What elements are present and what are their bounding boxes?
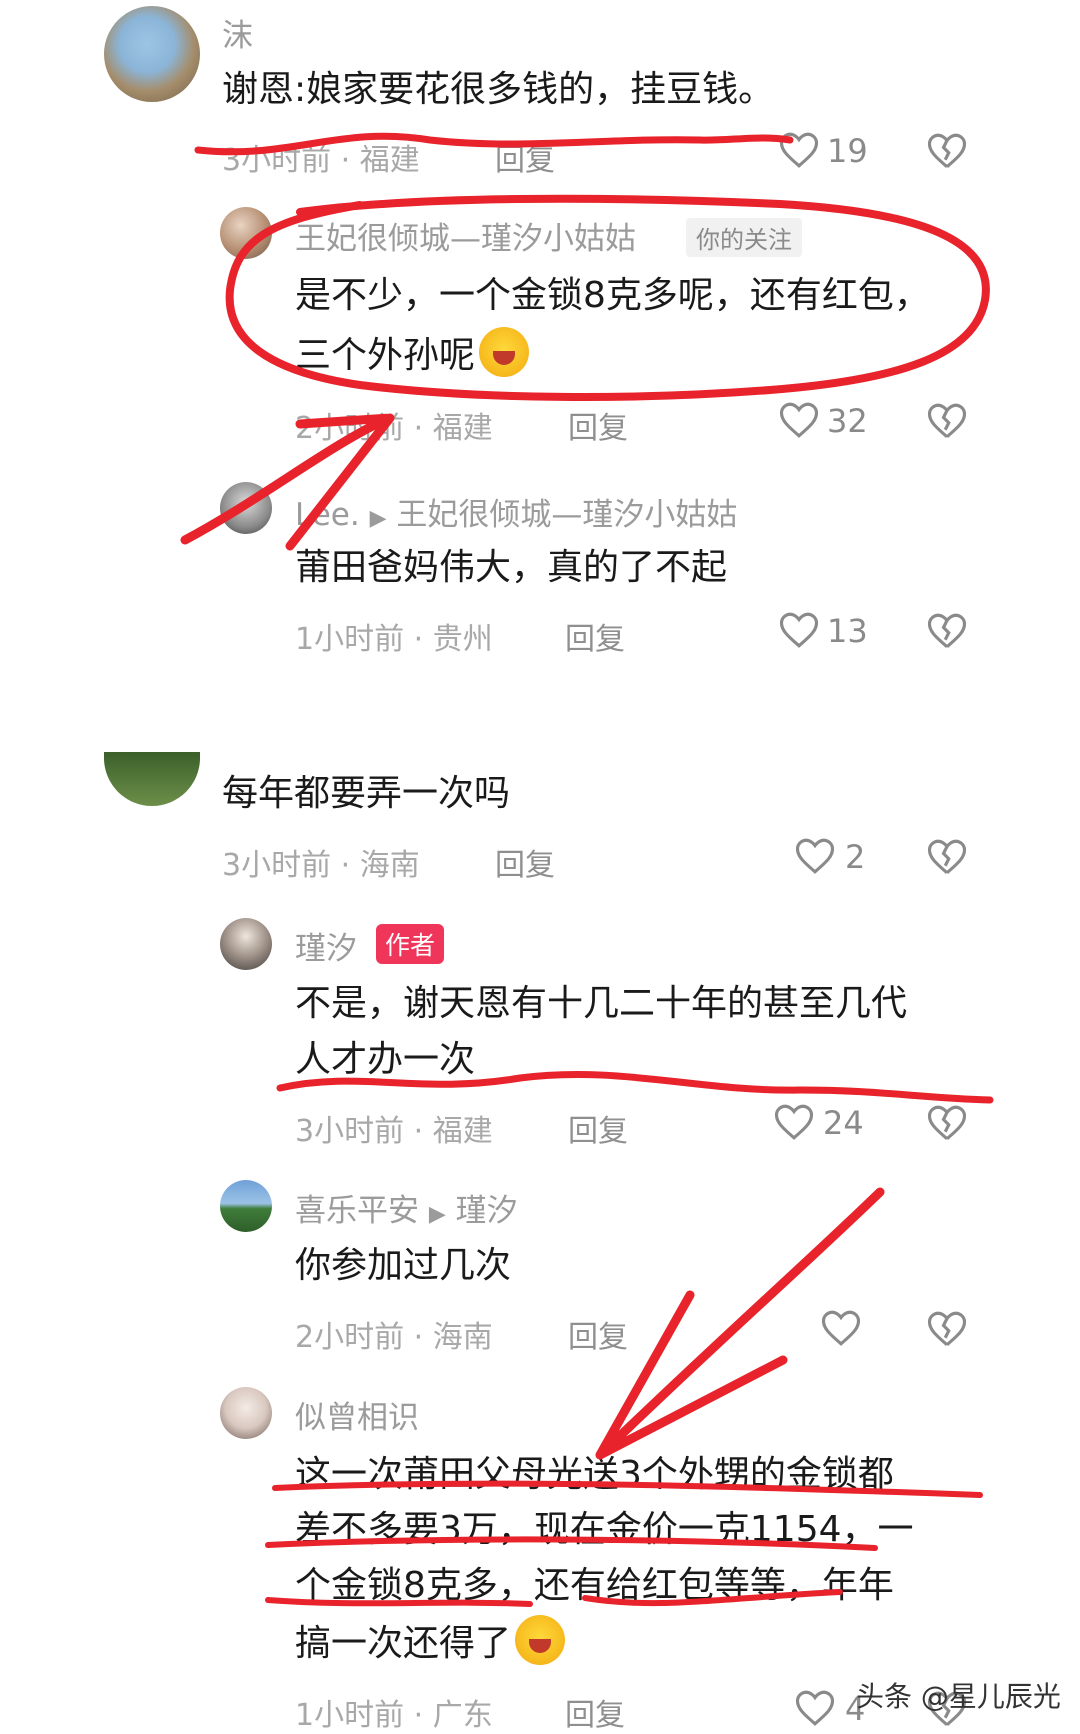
follow-badge: 你的关注 (686, 218, 802, 257)
comment-text-content: 搞一次还得了 (295, 1623, 512, 1664)
reply-button[interactable]: 回复 (495, 135, 555, 179)
comment-text-line2: 人才办一次 (295, 1039, 476, 1080)
dislike-icon[interactable] (926, 1103, 968, 1143)
avatar[interactable] (220, 1180, 272, 1232)
comment-meta: 3小时前 · 福建 (295, 1114, 493, 1149)
avatar[interactable] (104, 752, 200, 806)
comment-meta: 3小时前 · 福建 (222, 143, 420, 178)
comment-username[interactable]: 似曾相识 (295, 1392, 419, 1437)
avatar[interactable] (220, 918, 272, 970)
comment-text-content: 三个外孙呢 (295, 335, 476, 376)
avatar[interactable] (104, 6, 200, 102)
like-count: 24 (823, 1104, 864, 1142)
reply-button[interactable]: 回复 (568, 1312, 628, 1356)
comment-meta: 1小时前 · 广东 (295, 1698, 493, 1733)
dislike-icon[interactable] (926, 401, 968, 441)
avatar[interactable] (220, 482, 272, 534)
comment-text: 你参加过几次 (295, 1245, 512, 1286)
reply-arrow-icon: ▶ (369, 506, 387, 531)
comment-username[interactable]: 瑾汐 (295, 923, 357, 968)
reply-button[interactable]: 回复 (568, 1106, 628, 1150)
comment-text: 莆田爸妈伟大，真的了不起 (295, 547, 728, 588)
heart-icon[interactable] (794, 836, 836, 876)
reply-button[interactable]: 回复 (495, 840, 555, 884)
reply-button[interactable]: 回复 (568, 403, 628, 447)
like-count: 32 (827, 402, 868, 440)
dislike-icon[interactable] (926, 837, 968, 877)
reply-to-username[interactable]: 瑾汐 (456, 1193, 518, 1229)
comment-text-line3: 个金锁8克多，还有给红包等等，年年 (295, 1565, 894, 1606)
comment-username[interactable]: Lee. (295, 497, 360, 533)
author-badge: 作者 (376, 924, 445, 964)
like-count: 2 (845, 838, 866, 876)
comment-text-line4: 搞一次还得了 (295, 1615, 566, 1672)
dislike-icon[interactable] (926, 1309, 968, 1349)
comment-text: 是不少，一个金锁8克多呢，还有红包， (295, 275, 930, 316)
comment-username[interactable]: 王妃很倾城—瑾汐小姑姑 (295, 213, 636, 258)
heart-icon[interactable] (794, 1688, 836, 1728)
comment-text: 不是，谢天恩有十几二十年的甚至几代 (295, 983, 908, 1024)
watermark: 头条 @星儿辰光 (856, 1680, 1061, 1713)
reply-button[interactable]: 回复 (565, 614, 625, 658)
avatar[interactable] (220, 1387, 272, 1439)
dislike-icon[interactable] (926, 131, 968, 171)
laugh-cry-emoji (479, 327, 530, 377)
like-count: 19 (827, 132, 868, 170)
comment-username-row: 喜乐平安 ▶ 瑾汐 (295, 1185, 518, 1230)
reply-button[interactable]: 回复 (565, 1690, 625, 1734)
heart-icon[interactable] (820, 1308, 862, 1348)
comment-text: 谢恩:娘家要花很多钱的，挂豆钱。 (222, 69, 775, 110)
avatar[interactable] (220, 207, 272, 259)
heart-icon[interactable] (773, 1102, 815, 1142)
heart-icon[interactable] (778, 400, 820, 440)
comment-username[interactable]: 沫 (222, 10, 253, 55)
comment-meta: 2小时前 · 福建 (295, 411, 493, 446)
like-count: 13 (827, 612, 868, 650)
reply-to-username[interactable]: 王妃很倾城—瑾汐小姑姑 (396, 497, 737, 533)
comment-text-line2: 三个外孙呢 (295, 327, 530, 384)
comment-username[interactable]: 喜乐平安 (295, 1193, 419, 1229)
heart-icon[interactable] (778, 610, 820, 650)
comment-meta: 3小时前 · 海南 (222, 848, 420, 883)
heart-icon[interactable] (778, 130, 820, 170)
comment-username-row: Lee. ▶ 王妃很倾城—瑾汐小姑姑 (295, 489, 737, 534)
comment-text-line2: 差不多要3万，现在金价一克1154，一 (295, 1509, 914, 1550)
dislike-icon[interactable] (926, 611, 968, 651)
comment-text: 这一次莆田父母光送3个外甥的金锁都 (295, 1454, 894, 1495)
comment-meta: 2小时前 · 海南 (295, 1320, 493, 1355)
reply-arrow-icon: ▶ (428, 1202, 446, 1227)
comment-text: 每年都要弄一次吗 (222, 773, 511, 814)
comment-meta: 1小时前 · 贵州 (295, 622, 493, 657)
laugh-cry-emoji (515, 1615, 566, 1665)
